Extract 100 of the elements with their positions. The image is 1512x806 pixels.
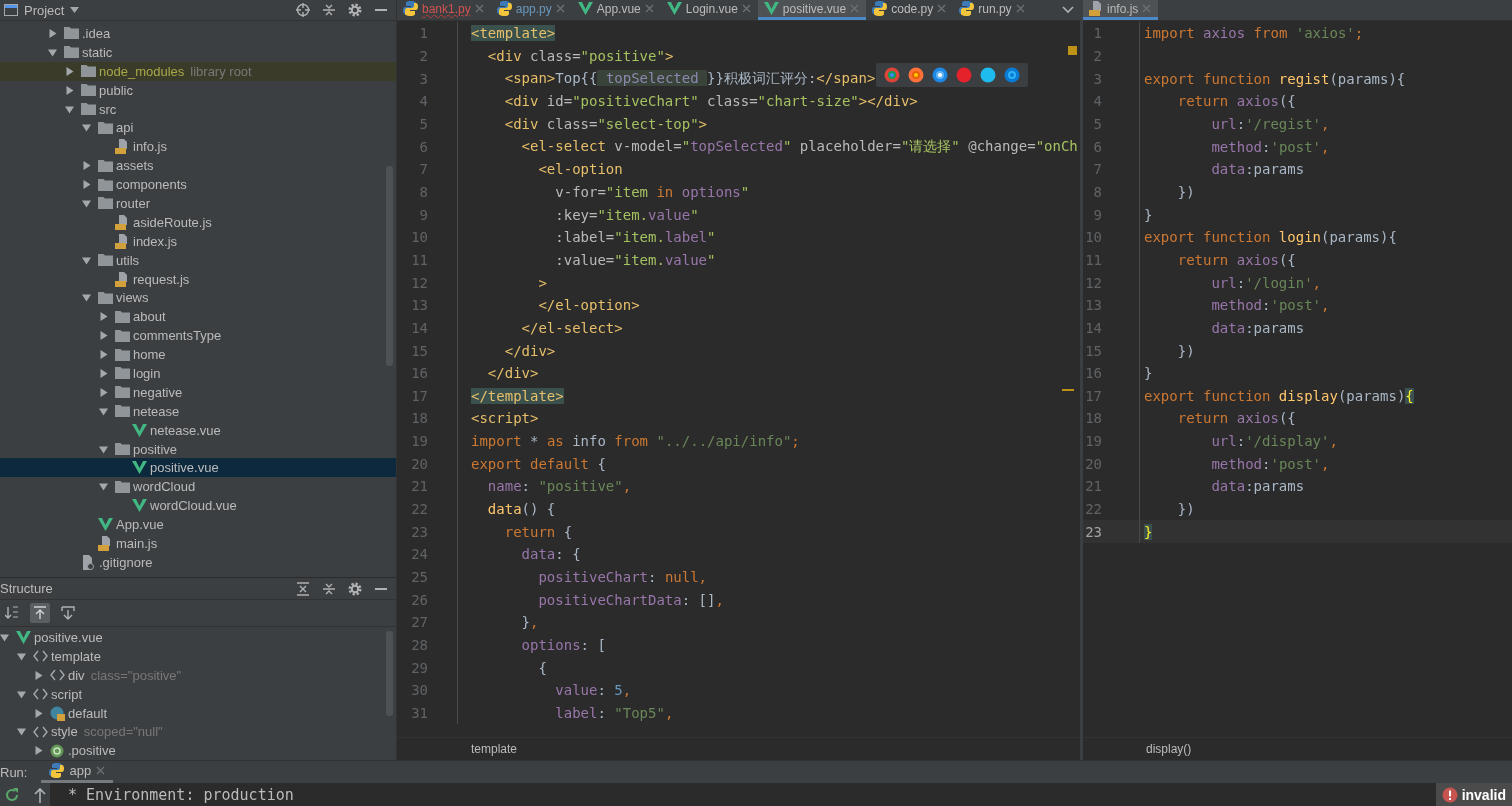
collapse-all-icon[interactable]: [322, 3, 336, 17]
browser-icon[interactable]: [932, 67, 948, 83]
caret-down-icon[interactable]: [17, 727, 26, 737]
caret-right-icon[interactable]: [34, 708, 43, 718]
status-badge[interactable]: invalid: [1435, 783, 1512, 806]
tree-item[interactable]: static: [0, 42, 396, 62]
tree-item[interactable]: App.vue: [0, 515, 396, 535]
arrow-up-icon[interactable]: [34, 786, 46, 803]
tree-item[interactable]: wordCloud: [0, 477, 396, 497]
tree-item[interactable]: negative: [0, 382, 396, 402]
editor-tab[interactable]: run.py: [953, 0, 1032, 20]
line-number: 5: [1092, 115, 1103, 132]
editor-tab[interactable]: positive.vue: [757, 0, 867, 20]
caret-down-icon[interactable]: [99, 444, 108, 454]
caret-down-icon[interactable]: [17, 689, 26, 699]
panel-title[interactable]: Project: [24, 2, 65, 18]
caret-down-icon[interactable]: [82, 255, 91, 265]
tree-item[interactable]: info.js: [0, 137, 396, 157]
tree-item[interactable]: .idea: [0, 24, 396, 43]
line-number: 14: [410, 319, 429, 336]
caret-right-icon[interactable]: [65, 85, 74, 95]
caret-down-icon[interactable]: [82, 198, 91, 208]
browser-icon[interactable]: [980, 67, 996, 83]
tree-item[interactable]: about: [0, 307, 396, 327]
tree-item[interactable]: positive.vue: [0, 458, 396, 478]
caret-down-icon[interactable]: [65, 104, 74, 114]
editor-tab[interactable]: info.js: [1083, 0, 1159, 20]
rerun-icon[interactable]: [4, 786, 20, 803]
error-icon: [1441, 786, 1458, 803]
chevron-down-icon[interactable]: [1062, 6, 1074, 14]
tree-item[interactable]: .gitignore: [0, 552, 396, 572]
breadcrumb[interactable]: display(): [1146, 742, 1192, 756]
breadcrumb[interactable]: template: [471, 742, 518, 756]
tree-item[interactable]: asideRoute.js: [0, 212, 396, 232]
expand-all-icon[interactable]: [296, 581, 310, 596]
caret-right-icon[interactable]: [65, 66, 74, 76]
tree-item[interactable]: script: [0, 684, 396, 704]
locate-icon[interactable]: [296, 3, 310, 17]
caret-right-icon[interactable]: [99, 387, 108, 397]
tree-item[interactable]: commentsType: [0, 326, 396, 346]
tree-item[interactable]: assets: [0, 156, 396, 176]
code-line: }): [1176, 501, 1195, 518]
caret-down-icon[interactable]: [48, 47, 57, 57]
vue-icon: [763, 2, 779, 15]
tree-item[interactable]: utils: [0, 250, 396, 270]
browser-icon[interactable]: [908, 67, 924, 83]
sort-icon[interactable]: [5, 606, 19, 620]
caret-right-icon[interactable]: [99, 312, 108, 322]
arrow-up-icon[interactable]: [33, 606, 47, 620]
tree-item[interactable]: div class="positive": [0, 665, 396, 685]
caret-right-icon[interactable]: [34, 746, 43, 756]
caret-right-icon[interactable]: [82, 180, 91, 190]
code-tag-icon: [50, 669, 65, 682]
tree-item[interactable]: .positive: [0, 741, 396, 761]
tree-item[interactable]: login: [0, 364, 396, 383]
code-line: }): [1176, 183, 1195, 200]
caret-down-icon[interactable]: [70, 7, 80, 13]
tree-item[interactable]: src: [0, 99, 396, 119]
line-number: 16: [1084, 365, 1103, 382]
settings-icon[interactable]: [348, 581, 362, 596]
tree-item[interactable]: netease.vue: [0, 420, 396, 440]
editor-tab[interactable]: app.py: [490, 0, 572, 20]
caret-right-icon[interactable]: [48, 28, 57, 38]
tree-item[interactable]: router: [0, 194, 396, 213]
tree-item[interactable]: public: [0, 80, 396, 100]
caret-right-icon[interactable]: [82, 161, 91, 171]
caret-right-icon[interactable]: [34, 670, 43, 680]
tree-item[interactable]: views: [0, 288, 396, 308]
tree-item[interactable]: api: [0, 118, 396, 138]
tree-item[interactable]: positive.vue: [0, 628, 396, 647]
browser-icon[interactable]: [1004, 67, 1020, 83]
caret-down-icon[interactable]: [99, 406, 108, 416]
caret-right-icon[interactable]: [99, 350, 108, 360]
collapse-all-icon[interactable]: [322, 581, 336, 596]
editor-tab[interactable]: code.py: [866, 0, 954, 20]
warning-marker[interactable]: [1068, 46, 1077, 55]
tree-item[interactable]: node_modules library root: [0, 61, 396, 81]
tree-item[interactable]: index.js: [0, 231, 396, 251]
caret-down-icon[interactable]: [0, 632, 9, 642]
editor-tab[interactable]: Login.vue: [660, 0, 758, 20]
caret-right-icon[interactable]: [99, 368, 108, 378]
tree-item[interactable]: style scoped="null": [0, 722, 396, 742]
arrow-down-icon[interactable]: [61, 606, 75, 620]
tree-item[interactable]: components: [0, 175, 396, 194]
settings-icon[interactable]: [348, 3, 362, 17]
tree-item[interactable]: default: [0, 703, 396, 723]
editor-tab[interactable]: App.vue: [571, 0, 661, 20]
tree-item[interactable]: positive: [0, 439, 396, 459]
caret-down-icon[interactable]: [82, 293, 91, 303]
caret-down-icon[interactable]: [99, 482, 108, 492]
caret-right-icon[interactable]: [99, 331, 108, 341]
tree-item[interactable]: home: [0, 345, 396, 365]
tree-item[interactable]: template: [0, 646, 396, 666]
tree-item[interactable]: request.js: [0, 269, 396, 289]
caret-down-icon[interactable]: [17, 651, 26, 661]
code-line: name: "positive",: [486, 478, 632, 495]
tree-item[interactable]: wordCloud.vue: [0, 496, 396, 516]
tree-item[interactable]: netease: [0, 401, 396, 421]
caret-down-icon[interactable]: [82, 123, 91, 133]
tree-item[interactable]: main.js: [0, 534, 396, 553]
